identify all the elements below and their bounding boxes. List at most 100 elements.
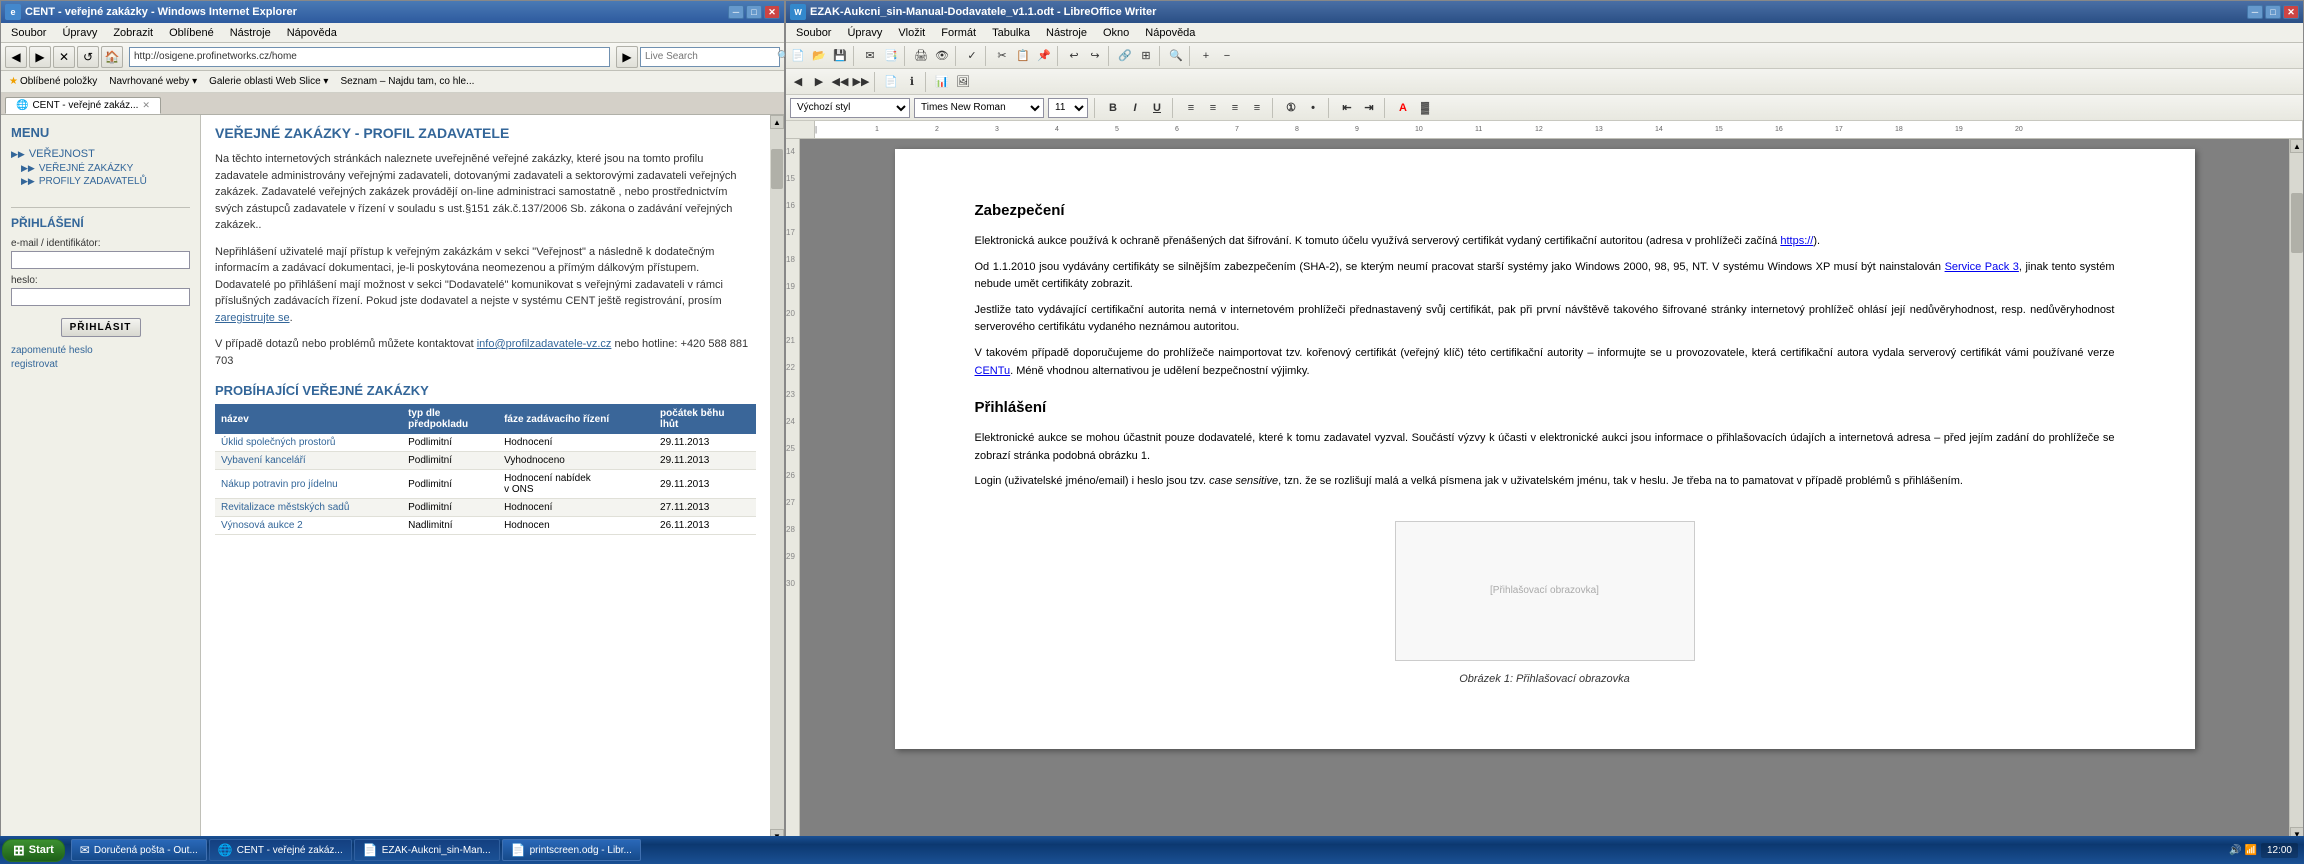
- lo-indent-button[interactable]: ⇥: [1360, 99, 1378, 117]
- lo-maximize-button[interactable]: □: [2265, 5, 2281, 19]
- email-field[interactable]: [11, 251, 190, 269]
- lo-align-left-button[interactable]: ≡: [1182, 99, 1200, 117]
- lo-minimize-button[interactable]: ─: [2247, 5, 2263, 19]
- ie-stop-button[interactable]: ✕: [53, 46, 75, 68]
- ie-fav-navrhweby[interactable]: Navrhované weby ▾: [105, 75, 201, 88]
- password-field[interactable]: [11, 288, 190, 306]
- lo-preview-button[interactable]: 👁: [932, 46, 952, 66]
- forgot-password-link[interactable]: zapomenuté heslo: [11, 345, 190, 356]
- taskbar-item-lo-writer[interactable]: 📄 EZAK-Aukcni_sin-Man...: [354, 839, 500, 861]
- ie-back-button[interactable]: ◀: [5, 46, 27, 68]
- ie-scroll-thumb[interactable]: [771, 149, 783, 189]
- lo-tb2-btn2[interactable]: ▶: [809, 72, 829, 92]
- lo-menu-nastroje[interactable]: Nástroje: [1038, 25, 1095, 41]
- lo-menu-format[interactable]: Formát: [933, 25, 984, 41]
- centu-link[interactable]: CENTu: [975, 365, 1011, 377]
- lo-zoom-in-button[interactable]: +: [1196, 46, 1216, 66]
- ie-fav-gallery[interactable]: Galerie oblasti Web Slice ▾: [205, 75, 332, 88]
- lo-tb2-btn4[interactable]: ▶▶: [851, 72, 871, 92]
- service-pack-link[interactable]: Service Pack 3: [1945, 261, 2019, 273]
- lo-numbering-button[interactable]: ①: [1282, 99, 1300, 117]
- lo-undo-button[interactable]: ↩: [1064, 46, 1084, 66]
- lo-style-select[interactable]: Výchozí styl: [790, 98, 910, 118]
- lo-align-center-button[interactable]: ≡: [1204, 99, 1222, 117]
- sidebar-item-profily[interactable]: ▶▶ PROFILY ZADAVATELŮ: [21, 176, 190, 187]
- lo-save-button[interactable]: 💾: [830, 46, 850, 66]
- ie-maximize-button[interactable]: □: [746, 5, 762, 19]
- ie-address-input[interactable]: [134, 51, 605, 62]
- lo-find-button[interactable]: 🔍: [1166, 46, 1186, 66]
- ie-home-button[interactable]: 🏠: [101, 46, 123, 68]
- lo-redo-button[interactable]: ↪: [1085, 46, 1105, 66]
- zakaz-link-3[interactable]: Nákup potravin pro jídelnu: [221, 479, 338, 490]
- lo-cut-button[interactable]: ✂: [992, 46, 1012, 66]
- lo-menu-napoveda[interactable]: Nápověda: [1137, 25, 1203, 41]
- lo-tb2-info-btn[interactable]: ℹ: [902, 72, 922, 92]
- ie-fav-oblibene[interactable]: ★Oblíbené položky: [5, 75, 101, 88]
- zakaz-link-1[interactable]: Úklid společných prostorů: [221, 437, 336, 448]
- lo-list-button[interactable]: •: [1304, 99, 1322, 117]
- ie-search-input[interactable]: [645, 51, 777, 62]
- lo-bold-button[interactable]: B: [1104, 99, 1122, 117]
- lo-tb2-chart-btn[interactable]: 📊: [932, 72, 952, 92]
- lo-font-color-button[interactable]: A: [1394, 99, 1412, 117]
- ie-scroll-track[interactable]: [770, 129, 784, 829]
- lo-new-button[interactable]: 📄: [788, 46, 808, 66]
- ie-refresh-button[interactable]: ↺: [77, 46, 99, 68]
- ie-forward-button[interactable]: ▶: [29, 46, 51, 68]
- lo-scroll-thumb[interactable]: [2291, 193, 2303, 253]
- lo-menu-okno[interactable]: Okno: [1095, 25, 1137, 41]
- ie-address-bar[interactable]: [129, 47, 610, 67]
- lo-tb2-img-btn[interactable]: 🖼: [953, 72, 973, 92]
- lo-align-justify-button[interactable]: ≡: [1248, 99, 1266, 117]
- sidebar-item-verejne-zakazky[interactable]: ▶▶ VEŘEJNÉ ZAKÁZKY: [21, 163, 190, 174]
- lo-tb2-btn3[interactable]: ◀◀: [830, 72, 850, 92]
- lo-tb2-doc-btn[interactable]: 📄: [881, 72, 901, 92]
- ie-menu-soubor[interactable]: Soubor: [3, 25, 54, 41]
- zakaz-link-4[interactable]: Revitalizace městských sadů: [221, 502, 349, 513]
- ie-scroll-up[interactable]: ▲: [770, 115, 784, 129]
- lo-highlight-button[interactable]: ▓: [1416, 99, 1434, 117]
- taskbar-item-ie[interactable]: 🌐 CENT - veřejné zakáz...: [209, 839, 352, 861]
- lo-outdent-button[interactable]: ⇤: [1338, 99, 1356, 117]
- ie-menu-zobrazit[interactable]: Zobrazit: [105, 25, 161, 41]
- lo-tb2-btn1[interactable]: ◀: [788, 72, 808, 92]
- ie-fav-seznam[interactable]: Seznam – Najdu tam, co hle...: [336, 75, 478, 88]
- contact-email-link[interactable]: info@profilzadavatele-vz.cz: [477, 338, 612, 350]
- ie-minimize-button[interactable]: ─: [728, 5, 744, 19]
- ie-menu-oblibene[interactable]: Oblíbené: [161, 25, 222, 41]
- https-link[interactable]: https://: [1780, 235, 1813, 247]
- taskbar-item-lo-draw[interactable]: 📄 printscreen.odg - Libr...: [502, 839, 641, 861]
- login-button[interactable]: PŘIHLÁSIT: [61, 318, 141, 337]
- register-link-main[interactable]: zaregistrujte se: [215, 312, 290, 324]
- lo-table-button[interactable]: ⊞: [1136, 46, 1156, 66]
- sidebar-item-verejnost[interactable]: ▶▶ VEŘEJNOST: [11, 148, 190, 160]
- ie-menu-napoveda[interactable]: Nápověda: [279, 25, 345, 41]
- ie-menu-upravy[interactable]: Úpravy: [54, 25, 105, 41]
- lo-open-button[interactable]: 📂: [809, 46, 829, 66]
- ie-close-button[interactable]: ✕: [764, 5, 780, 19]
- lo-print-button[interactable]: 🖨: [911, 46, 931, 66]
- lo-font-select[interactable]: Times New Roman: [914, 98, 1044, 118]
- ie-tab-cent[interactable]: 🌐 CENT - veřejné zakáz... ✕: [5, 97, 161, 114]
- lo-zoom-out-button[interactable]: −: [1217, 46, 1237, 66]
- lo-underline-button[interactable]: U: [1148, 99, 1166, 117]
- ie-search-box[interactable]: 🔍: [640, 47, 780, 67]
- lo-menu-vlozit[interactable]: Vložit: [890, 25, 933, 41]
- lo-copy-button[interactable]: 📋: [1013, 46, 1033, 66]
- lo-menu-upravy[interactable]: Úpravy: [839, 25, 890, 41]
- lo-menu-tabulka[interactable]: Tabulka: [984, 25, 1038, 41]
- ie-menu-nastroje[interactable]: Nástroje: [222, 25, 279, 41]
- ie-tab-close-icon[interactable]: ✕: [142, 100, 150, 111]
- lo-align-right-button[interactable]: ≡: [1226, 99, 1244, 117]
- lo-hyperlink-button[interactable]: 🔗: [1115, 46, 1135, 66]
- lo-menu-soubor[interactable]: Soubor: [788, 25, 839, 41]
- lo-pdf-button[interactable]: 📑: [881, 46, 901, 66]
- lo-paste-button[interactable]: 📌: [1034, 46, 1054, 66]
- lo-page-area[interactable]: Zabezpečení Elektronická aukce používá k…: [800, 139, 2289, 841]
- zakaz-link-2[interactable]: Vybavení kanceláří: [221, 455, 306, 466]
- lo-size-select[interactable]: 11: [1048, 98, 1088, 118]
- lo-italic-button[interactable]: I: [1126, 99, 1144, 117]
- register-link[interactable]: registrovat: [11, 359, 190, 370]
- lo-scroll-up[interactable]: ▲: [2290, 139, 2303, 153]
